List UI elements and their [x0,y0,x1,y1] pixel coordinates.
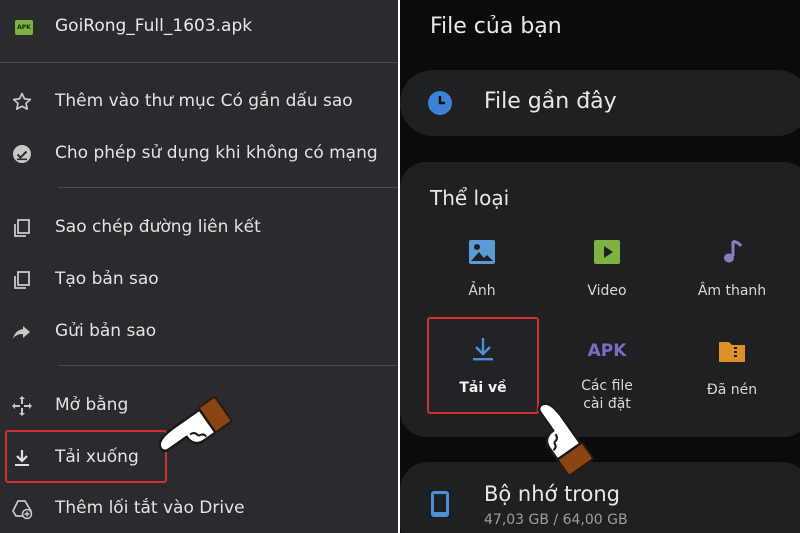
file-header: APK GoiRong_Full_1603.apk [0,0,398,62]
menu-item-label: Cho phép sử dụng khi không có mạng [55,143,378,163]
music-icon [724,239,743,263]
recent-files-button[interactable]: File gần đây [400,70,800,136]
recent-files-label: File gần đây [484,89,617,114]
menu-item-label: Thêm lối tắt vào Drive [55,498,245,518]
downloads-content: Tải về [429,335,537,397]
share-arrow-icon [10,320,34,344]
menu-item-send-copy[interactable]: Gửi bản sao [0,310,398,354]
menu-item-offline[interactable]: Cho phép sử dụng khi không có mạng [0,132,398,176]
download-icon [473,338,493,361]
category-label: Video [587,283,627,299]
menu-item-label: Tạo bản sao [55,269,159,289]
divider [58,187,398,188]
menu-item-make-copy[interactable]: Tạo bản sao [0,258,398,302]
pointing-hand-icon [158,396,233,453]
category-label: Ảnh [468,283,496,299]
menu-item-add-shortcut[interactable]: Thêm lối tắt vào Drive [0,487,398,531]
divider [58,365,398,366]
category-label: Đã nén [706,382,758,398]
pointing-hand-icon [537,402,594,477]
apk-file-icon: APK [15,20,33,35]
file-name: GoiRong_Full_1603.apk [55,16,253,36]
copy-icon [10,216,34,240]
phone-storage-icon [431,491,449,517]
offline-icon [10,142,34,166]
download-highlight [5,430,167,483]
add-shortcut-icon [10,497,34,521]
open-with-icon [10,394,34,418]
apk-icon: APK [587,341,627,361]
file-options-menu: APK GoiRong_Full_1603.apk Thêm vào thư m… [0,0,398,533]
menu-item-label: Thêm vào thư mục Có gắn dấu sao [55,91,353,111]
storage-size: 47,03 GB / 64,00 GB [484,512,628,528]
menu-item-copy-link[interactable]: Sao chép đường liên kết [0,206,398,250]
category-compressed[interactable]: Đã nén [677,337,787,399]
category-images[interactable]: Ảnh [427,238,537,300]
folder-zip-icon [719,342,745,362]
video-icon [594,240,620,264]
category-audio[interactable]: Âm thanh [677,238,787,300]
menu-item-label: Mở bằng [55,395,129,415]
image-icon [469,240,495,264]
category-video[interactable]: Video [552,238,662,300]
star-icon [10,90,34,114]
menu-item-label: Sao chép đường liên kết [55,217,261,237]
categories-title: Thể loại [430,186,510,210]
files-app: File của bạn File gần đây Thể loại Ảnh V… [400,0,800,533]
clock-icon [428,91,452,115]
page-title: File của bạn [430,14,562,39]
divider [0,62,398,63]
storage-name: Bộ nhớ trong [484,482,620,506]
menu-item-label: Gửi bản sao [55,321,157,341]
menu-item-star[interactable]: Thêm vào thư mục Có gắn dấu sao [0,80,398,124]
category-label: Âm thanh [697,283,767,299]
duplicate-icon [10,268,34,292]
